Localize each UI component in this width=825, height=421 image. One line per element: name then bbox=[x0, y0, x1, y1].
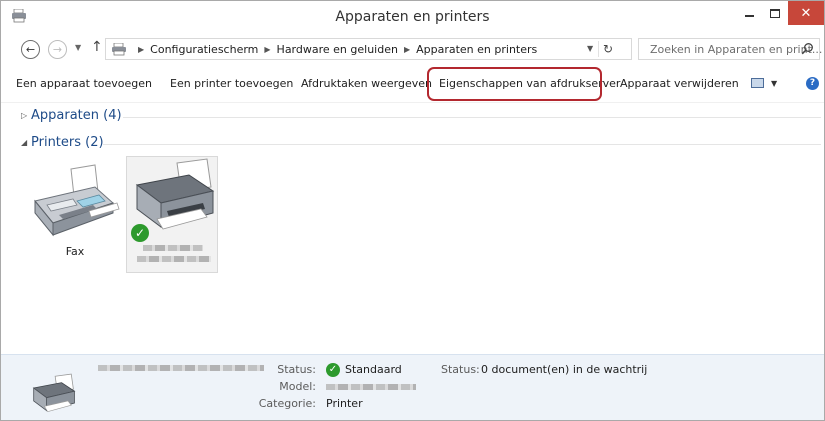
close-button[interactable]: ✕ bbox=[788, 1, 824, 25]
device-tile-printer[interactable]: ✓ bbox=[126, 156, 218, 273]
command-bar: Een apparaat toevoegen Een printer toevo… bbox=[1, 67, 824, 103]
device-label-fax: Fax bbox=[65, 245, 85, 258]
printer-name-redacted bbox=[143, 245, 203, 251]
explorer-window: Apparaten en printers ✕ ← → ▼ ↑ ▶ Configu… bbox=[0, 0, 825, 421]
breadcrumb-chevron-icon[interactable]: ▶ bbox=[264, 45, 270, 54]
status-check-icon: ✓ bbox=[326, 363, 340, 377]
devices-printers-location-icon bbox=[112, 43, 126, 56]
fax-icon bbox=[34, 164, 120, 237]
forward-button[interactable]: → bbox=[48, 40, 67, 59]
breadcrumb-chevron-icon[interactable]: ▶ bbox=[404, 45, 410, 54]
remove-device-button[interactable]: Apparaat verwijderen bbox=[620, 77, 739, 90]
status-label: Status: bbox=[277, 363, 316, 376]
address-divider bbox=[598, 41, 599, 57]
view-print-jobs-button[interactable]: Afdruktaken weergeven bbox=[301, 77, 432, 90]
highlight-annotation bbox=[427, 67, 602, 101]
model-value-redacted bbox=[326, 384, 416, 390]
back-arrow-icon: ← bbox=[25, 43, 36, 56]
breadcrumb-item-devices-printers[interactable]: Apparaten en printers bbox=[416, 43, 537, 56]
forward-arrow-icon: → bbox=[52, 43, 63, 56]
search-placeholder: Zoeken in Apparaten en print... bbox=[650, 43, 823, 56]
group-header-printers[interactable]: ◢ Printers (2) bbox=[21, 135, 821, 153]
recent-locations-dropdown[interactable]: ▼ bbox=[75, 43, 81, 52]
details-printer-name-redacted bbox=[98, 365, 264, 371]
queue-status-value: 0 document(en) in de wachtrij bbox=[481, 363, 648, 376]
search-icon[interactable] bbox=[801, 42, 814, 55]
refresh-icon[interactable]: ↻ bbox=[603, 42, 613, 56]
change-view-icon[interactable] bbox=[751, 78, 764, 88]
help-icon[interactable]: ? bbox=[806, 77, 819, 90]
model-label: Model: bbox=[279, 380, 316, 393]
breadcrumb-chevron-icon[interactable]: ▶ bbox=[138, 45, 144, 54]
expand-arrow-icon[interactable]: ▷ bbox=[21, 111, 27, 120]
category-value: Printer bbox=[326, 397, 363, 410]
add-device-button[interactable]: Een apparaat toevoegen bbox=[16, 77, 152, 90]
minimize-icon bbox=[744, 15, 754, 17]
add-printer-button[interactable]: Een printer toevoegen bbox=[170, 77, 293, 90]
device-tile-fax[interactable]: Fax bbox=[29, 161, 121, 276]
back-button[interactable]: ← bbox=[21, 40, 40, 59]
address-bar[interactable]: ▶ Configuratiescherm ▶ Hardware en geluiden… bbox=[105, 38, 632, 60]
close-icon: ✕ bbox=[800, 5, 812, 21]
queue-status-label: Status: bbox=[441, 363, 480, 376]
details-pane: Status: ✓ Standaard Status: 0 document(e… bbox=[1, 354, 824, 420]
group-divider bbox=[123, 117, 821, 118]
group-label-devices[interactable]: Apparaten (4) bbox=[31, 108, 122, 123]
minimize-button[interactable] bbox=[736, 1, 762, 25]
group-header-devices[interactable]: ▷ Apparaten (4) bbox=[21, 108, 821, 126]
breadcrumb: ▶ Configuratiescherm ▶ Hardware en geluiden… bbox=[132, 43, 537, 56]
status-value: Standaard bbox=[345, 363, 402, 376]
category-label: Categorie: bbox=[258, 397, 316, 410]
details-printer-icon bbox=[32, 373, 76, 413]
up-level-button[interactable]: ↑ bbox=[91, 39, 103, 55]
view-options-dropdown-icon[interactable]: ▼ bbox=[771, 79, 777, 88]
group-divider bbox=[103, 144, 821, 145]
title-bar: Apparaten en printers ✕ bbox=[1, 1, 824, 34]
breadcrumb-item-control-panel[interactable]: Configuratiescherm bbox=[150, 43, 258, 56]
maximize-icon bbox=[770, 8, 780, 18]
maximize-button[interactable] bbox=[762, 1, 788, 25]
group-label-printers[interactable]: Printers (2) bbox=[31, 135, 104, 150]
breadcrumb-item-hardware-sound[interactable]: Hardware en geluiden bbox=[277, 43, 398, 56]
collapse-arrow-icon[interactable]: ◢ bbox=[21, 138, 27, 147]
window-title: Apparaten en printers bbox=[335, 9, 490, 25]
default-printer-check-icon: ✓ bbox=[131, 224, 149, 242]
printer-name-redacted bbox=[137, 256, 211, 262]
address-row: ← → ▼ ↑ ▶ Configuratiescherm ▶ Hardware en … bbox=[1, 36, 824, 64]
address-dropdown-icon[interactable]: ▼ bbox=[587, 44, 593, 53]
search-input[interactable]: Zoeken in Apparaten en print... bbox=[638, 38, 823, 60]
